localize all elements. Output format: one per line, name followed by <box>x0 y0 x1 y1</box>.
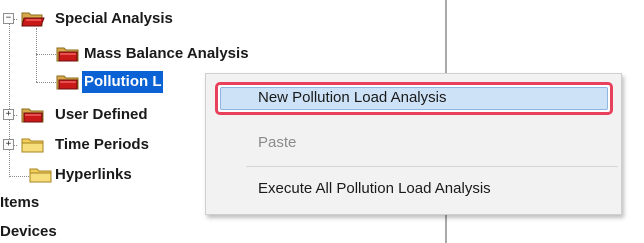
tree-node-devices[interactable]: Devices <box>0 221 100 243</box>
tree-node-user-defined[interactable]: User Defined <box>21 104 221 126</box>
context-menu: New Pollution Load Analysis Paste Execut… <box>205 73 622 215</box>
folder-icon <box>56 73 80 90</box>
tree-connector <box>36 54 56 55</box>
tree-node-items[interactable]: Items <box>0 192 100 214</box>
expand-toggle[interactable]: + <box>3 109 14 120</box>
menu-separator <box>246 166 618 167</box>
tree-connector <box>9 176 29 177</box>
tree-node-special-analysis[interactable]: Special Analysis <box>21 8 221 30</box>
folder-icon <box>21 106 45 123</box>
tree-connector <box>9 24 10 177</box>
tree-node-label: Time Periods <box>55 136 149 153</box>
folder-open-icon <box>21 10 45 27</box>
menu-item-new-pollution-load-analysis[interactable]: New Pollution Load Analysis <box>258 89 446 106</box>
folder-icon <box>21 136 45 153</box>
folder-icon <box>56 45 80 62</box>
tree-node-label: Hyperlinks <box>55 166 132 183</box>
tree-node-label: Pollution L <box>82 71 164 93</box>
tree-node-mass-balance-analysis[interactable]: Mass Balance Analysis <box>56 43 316 65</box>
tree-node-label: Special Analysis <box>55 10 173 27</box>
menu-item-paste[interactable]: Paste <box>258 134 296 151</box>
tree-connector <box>36 28 37 82</box>
tree-node-hyperlinks[interactable]: Hyperlinks <box>29 164 229 186</box>
expand-toggle[interactable]: + <box>3 139 14 150</box>
tree-connector <box>36 82 56 83</box>
tree-node-label: Items <box>0 194 40 211</box>
collapse-toggle[interactable]: − <box>3 13 14 24</box>
tree-node-label: Devices <box>0 223 57 240</box>
folder-icon <box>29 166 53 183</box>
menu-item-execute-all-pollution-load-analysis[interactable]: Execute All Pollution Load Analysis <box>258 180 491 197</box>
tree-node-label: User Defined <box>55 106 148 123</box>
tree-node-time-periods[interactable]: Time Periods <box>21 134 221 156</box>
tree-node-label: Mass Balance Analysis <box>84 45 249 62</box>
